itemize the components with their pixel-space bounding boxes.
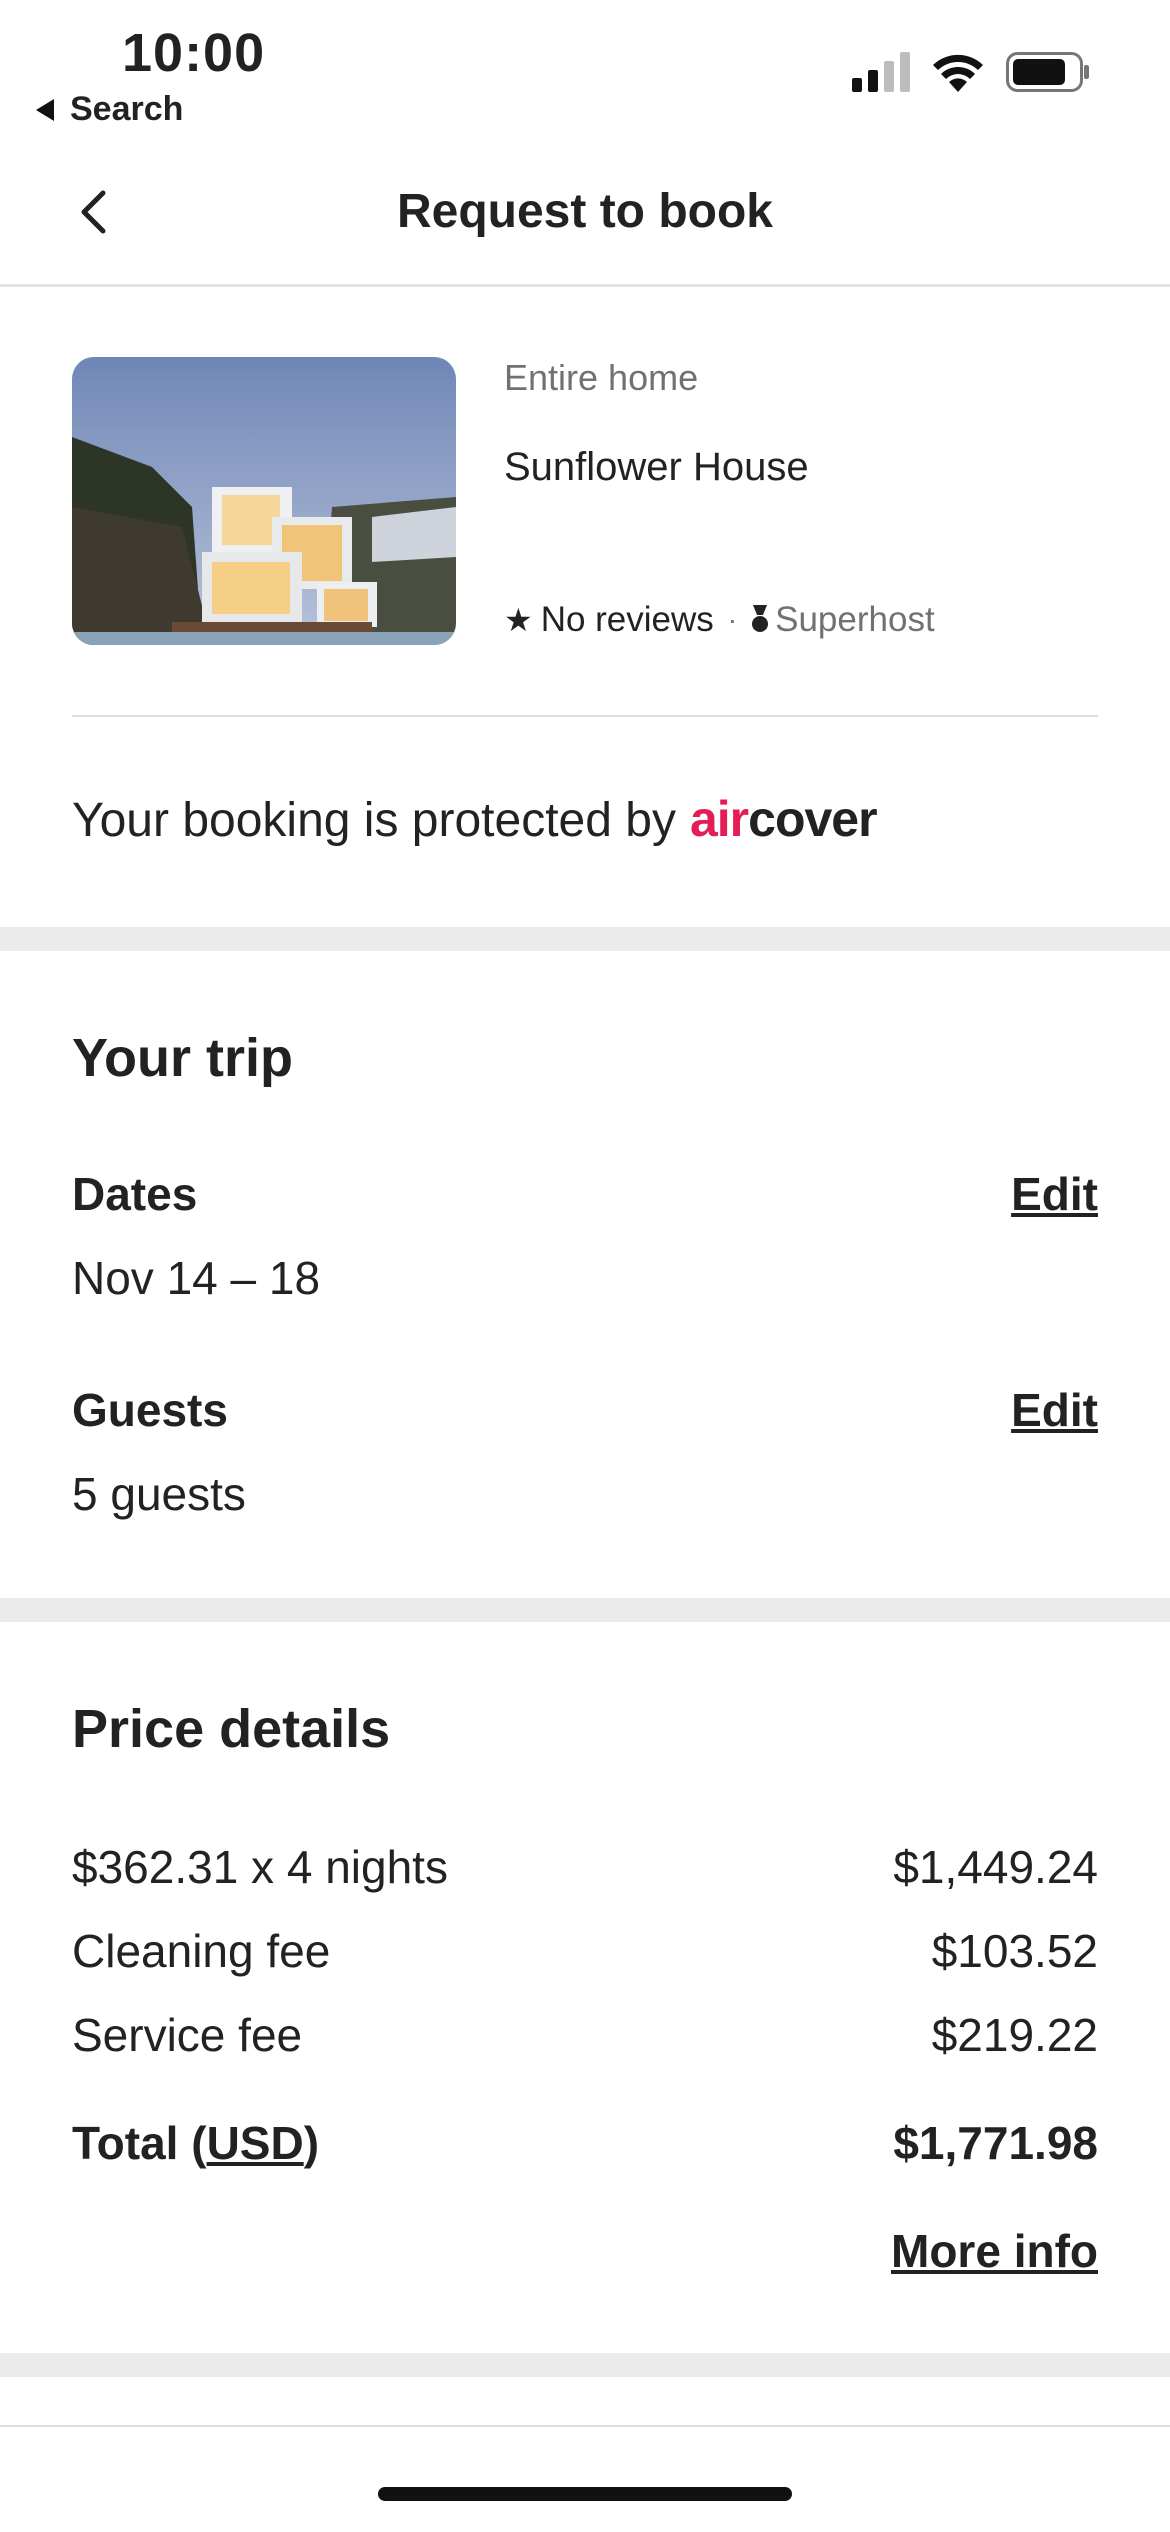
home-indicator[interactable] [378, 2487, 792, 2501]
price-row-total: Total (USD) $1,771.98 [72, 2116, 1098, 2170]
reviews-text: No reviews [540, 600, 714, 639]
page-header: Request to book [0, 150, 1170, 287]
guests-label: Guests [72, 1384, 228, 1436]
superhost-badge: Superhost [751, 600, 935, 640]
listing-name: Sunflower House [504, 445, 809, 489]
listing-type: Entire home [504, 357, 699, 398]
section-divider [0, 1598, 1170, 1622]
section-divider [0, 2353, 1170, 2377]
price-row-label: Cleaning fee [72, 1925, 331, 1977]
aircover-logo: aircover [689, 791, 878, 847]
status-icons [852, 52, 1090, 92]
meta-separator: · [727, 604, 738, 635]
aircover-text: Your booking is protected by [72, 794, 676, 847]
section-divider [0, 927, 1170, 951]
price-row-label: Service fee [72, 2009, 303, 2061]
status-bar: 10:00 Search [0, 0, 1170, 150]
dates-label: Dates [72, 1168, 198, 1220]
edit-dates-link[interactable]: Edit [1011, 1167, 1098, 1221]
page-title: Request to book [396, 185, 773, 238]
bottom-divider [0, 2425, 1170, 2427]
listing-photo [72, 357, 456, 645]
total-label: Total (USD) [72, 2117, 320, 2169]
price-row-nights: $362.31 x 4 nights $1,449.24 [72, 1840, 1098, 1894]
price-details-title: Price details [72, 1699, 391, 1759]
guests-value: 5 guests [72, 1468, 246, 1520]
currency-link[interactable]: USD [207, 2117, 304, 2169]
superhost-medal-icon [752, 605, 769, 632]
star-icon: ★ [504, 602, 533, 638]
price-row-value: $103.52 [931, 1925, 1098, 1977]
status-time: 10:00 [122, 23, 266, 83]
price-row-label: $362.31 x 4 nights [72, 1841, 448, 1893]
superhost-label: Superhost [775, 600, 935, 639]
aircover-banner[interactable]: Your booking is protected by aircover [72, 790, 878, 848]
price-row-cleaning-fee: Cleaning fee $103.52 [72, 1924, 1098, 1978]
listing-meta: ★ No reviews · Superhost [504, 600, 935, 640]
dates-value: Nov 14 – 18 [72, 1252, 321, 1304]
back-to-app-button[interactable]: Search [36, 90, 183, 129]
total-value: $1,771.98 [893, 2117, 1098, 2169]
price-row-service-fee: Service fee $219.22 [72, 2008, 1098, 2062]
cellular-signal-icon [852, 52, 910, 92]
battery-icon [1006, 52, 1089, 92]
price-row-value: $1,449.24 [893, 1841, 1098, 1893]
edit-guests-link[interactable]: Edit [1011, 1383, 1098, 1437]
your-trip-title: Your trip [72, 1028, 293, 1088]
more-info-link[interactable]: More info [891, 2224, 1098, 2278]
wifi-icon [933, 54, 983, 92]
back-triangle-icon [36, 98, 54, 121]
listing-card[interactable]: Entire home Sunflower House ★ No reviews… [72, 357, 1098, 717]
price-row-value: $219.22 [931, 2009, 1098, 2061]
back-to-app-label: Search [70, 90, 184, 128]
